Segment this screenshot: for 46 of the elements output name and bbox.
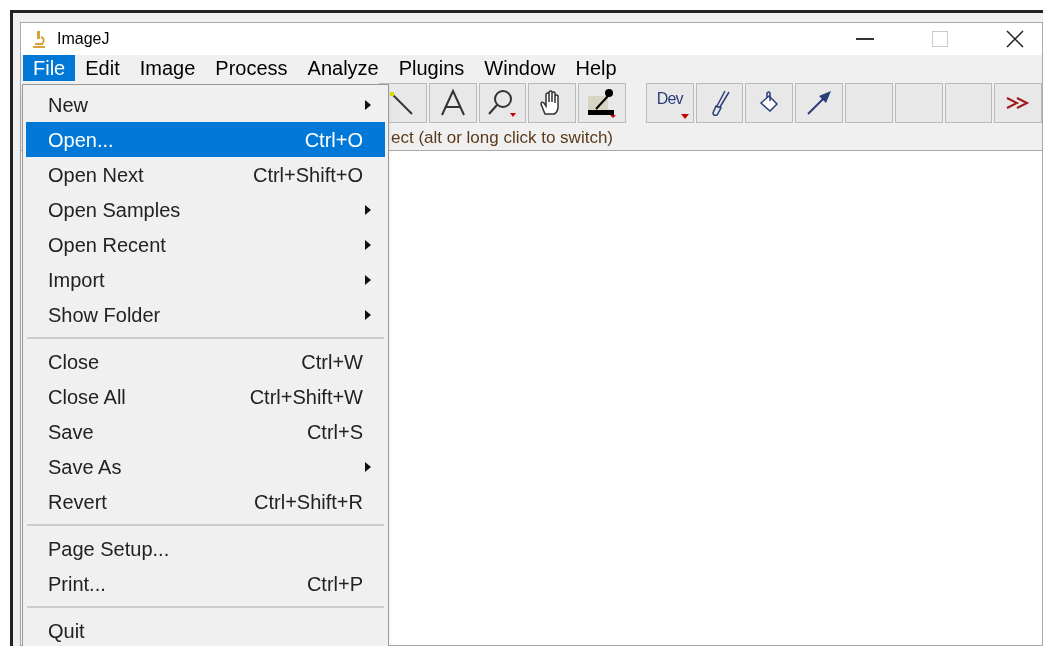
menu-item[interactable]: Help <box>565 55 627 81</box>
menu-entry[interactable]: Show Folder <box>26 297 385 332</box>
status-text: ect (alt or long click to switch) <box>391 126 613 149</box>
submenu-arrow-icon <box>365 461 371 472</box>
menu-item[interactable]: File <box>23 55 76 81</box>
menu-item[interactable]: Plugins <box>388 55 475 81</box>
tool-button[interactable] <box>695 83 744 123</box>
close-icon[interactable] <box>1006 30 1024 48</box>
menu-entry[interactable]: Open Samples <box>26 192 385 227</box>
tool-button[interactable] <box>745 83 794 123</box>
menu-entry[interactable]: Close Ctrl+W <box>26 344 385 379</box>
submenu-arrow-icon <box>365 239 371 250</box>
tool-button[interactable] <box>428 83 477 123</box>
menu-entry[interactable]: Close All Ctrl+Shift+W <box>26 379 385 414</box>
menu-entry[interactable]: Save Ctrl+S <box>26 414 385 449</box>
menu-entry[interactable]: Revert Ctrl+Shift+R <box>26 484 385 519</box>
microscope-icon <box>31 29 47 49</box>
window-title: ImageJ <box>57 29 110 49</box>
tool-button[interactable]: Dev <box>645 83 694 123</box>
submenu-arrow-icon <box>365 274 371 285</box>
tool-button[interactable] <box>578 83 626 123</box>
tool-button[interactable] <box>795 83 843 123</box>
menu-entry[interactable]: Print... Ctrl+P <box>26 566 385 601</box>
menu-item[interactable]: Process <box>205 55 298 81</box>
menu-entry[interactable]: Open Next Ctrl+Shift+O <box>26 157 385 192</box>
menu-entry[interactable]: New <box>26 87 385 122</box>
menu-entry[interactable]: Import <box>26 262 385 297</box>
menu-entry[interactable]: Quit <box>26 613 385 646</box>
menu-entry[interactable]: Save As <box>26 449 385 484</box>
menu-item[interactable]: Analyze <box>297 55 389 81</box>
menu-item[interactable]: Image <box>129 55 206 81</box>
submenu-arrow-icon <box>365 204 371 215</box>
submenu-arrow-icon <box>365 99 371 110</box>
menu-entry[interactable]: Open... Ctrl+O <box>26 122 385 157</box>
magnifier-icon <box>486 88 519 118</box>
menu-item[interactable]: Edit <box>75 55 130 81</box>
tool-button[interactable] <box>478 83 527 123</box>
color-picker-icon <box>586 88 618 118</box>
tool-button[interactable] <box>528 83 577 123</box>
submenu-arrow-icon <box>365 309 371 320</box>
dev-label: Dev <box>656 87 683 119</box>
dropdown-mark-icon <box>680 114 689 119</box>
tool-button[interactable] <box>994 83 1043 123</box>
menu-entry[interactable]: Open Recent <box>26 227 385 262</box>
menu-item[interactable]: Window <box>474 55 566 81</box>
menu-entry[interactable]: Page Setup... <box>26 531 385 566</box>
